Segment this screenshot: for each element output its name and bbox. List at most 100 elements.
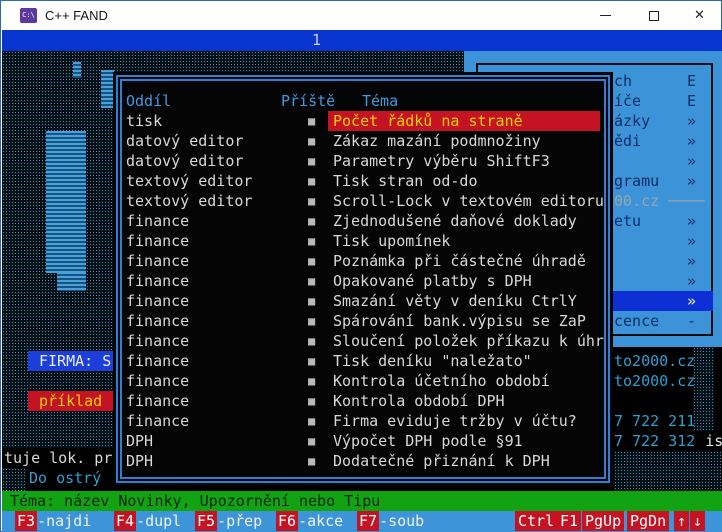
submenu-arrow-icon: » [687, 231, 696, 251]
bullet-icon: ■ [308, 311, 315, 331]
news-list-header: Oddíl Příště Téma [113, 91, 613, 111]
news-section-cell: finance [126, 411, 189, 431]
news-row[interactable]: tisk■Počet řádků na straně [113, 111, 613, 131]
news-row[interactable]: finance■Zjednodušené daňové doklady [113, 211, 613, 231]
close-button[interactable]: ✕ [677, 1, 722, 30]
window-title: C++ FAND [45, 8, 108, 23]
bullet-icon: ■ [308, 191, 315, 211]
fkey-f6[interactable]: F6-akce [276, 511, 343, 531]
key-hint-ctrl[interactable]: Ctrl [515, 511, 557, 531]
news-section-cell: finance [126, 391, 189, 411]
bullet-icon: ■ [308, 391, 315, 411]
menu-item-label: gramu [614, 171, 659, 191]
news-topic-cell: Počet řádků na straně [328, 111, 600, 131]
submenu-arrow-icon: » [687, 151, 696, 171]
fkey-f5[interactable]: F5-přep [195, 511, 262, 531]
contact-line: 7 722 312is [614, 431, 722, 451]
news-row[interactable]: finance■Sloučení položek příkazu k úhr [113, 331, 613, 351]
news-row[interactable]: finance■Poznámka při částečné úhradě [113, 251, 613, 271]
fkey-f4[interactable]: F4-dupl [114, 511, 181, 531]
contact-line: to2000.cz [614, 371, 695, 391]
news-section-cell: finance [126, 251, 189, 271]
minimize-button[interactable] [583, 1, 628, 30]
news-row[interactable]: finance■Smazání věty v deníku CtrlY [113, 291, 613, 311]
news-topic-cell: Tisk upomínek [328, 231, 600, 251]
news-section-cell: finance [126, 351, 189, 371]
news-row[interactable]: DPH■Dodatečné přiznání k DPH [113, 451, 613, 471]
menu-item[interactable]: ědi» [612, 131, 713, 151]
key-hint-pgdn[interactable]: PgDn [627, 511, 669, 531]
news-row[interactable]: datový editor■Parametry výběru ShiftF3 [113, 151, 613, 171]
news-topic-cell: Sloučení položek příkazu k úhr [328, 331, 600, 351]
fkey-f3[interactable]: F3-najdi [15, 511, 91, 531]
fand-logo-fragment [46, 131, 86, 273]
priklad-label: příklad [28, 391, 114, 411]
menu-item-label: ázky [614, 111, 650, 131]
column-header-priste: Příště [281, 91, 335, 111]
fkey-f7[interactable]: F7-soub [357, 511, 424, 531]
news-section-cell: finance [126, 291, 189, 311]
news-section-cell: datový editor [126, 131, 243, 151]
news-dialog: Oddíl Příště Téma tisk■Počet řádků na st… [113, 72, 613, 486]
maximize-icon [649, 11, 659, 21]
console-icon: C:\ [20, 8, 37, 23]
news-topic-cell: Tisk stran od-do [328, 171, 600, 191]
submenu-arrow-icon: » [687, 171, 696, 191]
fkey-label: -dupl [136, 512, 181, 530]
menu-item[interactable]: » [612, 231, 713, 251]
menu-item[interactable]: » [612, 291, 713, 311]
menu-item[interactable]: gramu » [612, 171, 713, 191]
menu-item-right: E [687, 71, 696, 91]
news-row[interactable]: textový editor■Tisk stran od-do [113, 171, 613, 191]
menu-item-label: ch [614, 71, 632, 91]
news-topic-cell: Kontrola účetního období [328, 371, 600, 391]
menu-item[interactable]: » [612, 151, 713, 171]
contact-line-suffix: is [695, 432, 722, 450]
news-row[interactable]: finance■Kontrola účetního období [113, 371, 613, 391]
news-row[interactable]: datový editor■Zákaz mazání podmnožiny [113, 131, 613, 151]
do-ostry-label: Do ostrý [26, 468, 113, 488]
dither-background [693, 347, 714, 431]
news-row[interactable]: finance■Spárování bank.výpisu se ZaP [113, 311, 613, 331]
menu-item-right: - [687, 311, 696, 331]
key-hint-up[interactable]: ↑ [674, 511, 689, 531]
news-section-cell: finance [126, 371, 189, 391]
news-row[interactable]: finance■Tisk upomínek [113, 231, 613, 251]
key-hint-down[interactable]: ↓ [690, 511, 705, 531]
submenu-arrow-icon: » [687, 211, 696, 231]
menu-item[interactable]: ázky» [612, 111, 713, 131]
menu-item[interactable]: cence- [612, 311, 713, 331]
news-section-cell: DPH [126, 451, 153, 471]
key-hint-pgup[interactable]: PgUp [582, 511, 624, 531]
bullet-icon: ■ [308, 291, 315, 311]
fkey-badge: F6 [276, 511, 298, 531]
menu-item[interactable]: » [612, 251, 713, 271]
bullet-icon: ■ [308, 131, 315, 151]
news-topic-cell: Poznámka při částečné úhradě [328, 251, 600, 271]
news-topic-cell: Kontrola období DPH [328, 391, 600, 411]
maximize-button[interactable] [631, 1, 676, 30]
news-section-cell: tisk [126, 111, 162, 131]
news-row[interactable]: textový editor■Scroll-Lock v textovém ed… [113, 191, 613, 211]
dither-background [2, 468, 26, 491]
fkey-badge: F5 [195, 511, 217, 531]
news-row[interactable]: finance ■ Kontrola období DPH [113, 391, 613, 411]
news-row[interactable]: finance■Opakované platby s DPH [113, 271, 613, 291]
menu-item[interactable]: etu» [612, 211, 713, 231]
bullet-icon: ■ [308, 431, 315, 451]
dither-background [614, 451, 721, 491]
news-topic-cell: Firma eviduje tržby v účtu? [328, 411, 600, 431]
menu-item[interactable]: íčeE [612, 91, 713, 111]
menu-item[interactable]: » [612, 271, 713, 291]
news-topic-cell: Spárování bank.výpisu se ZaP [328, 311, 600, 331]
key-hint-f1[interactable]: F1 [557, 511, 581, 531]
news-row[interactable]: DPH■Výpočet DPH podle §91 [113, 431, 613, 451]
news-row[interactable]: finance ■ Firma eviduje tržby v účtu? [113, 411, 613, 431]
news-section-cell: finance [126, 331, 189, 351]
news-row[interactable]: finance■Tisk deníku "naležato" [113, 351, 613, 371]
menu-item[interactable]: ch E [612, 71, 713, 91]
menu-item[interactable]: 00.cz ──── [612, 191, 713, 211]
bullet-icon: ■ [308, 411, 315, 431]
fkey-label: -přep [217, 512, 262, 530]
minimize-icon [600, 15, 611, 16]
